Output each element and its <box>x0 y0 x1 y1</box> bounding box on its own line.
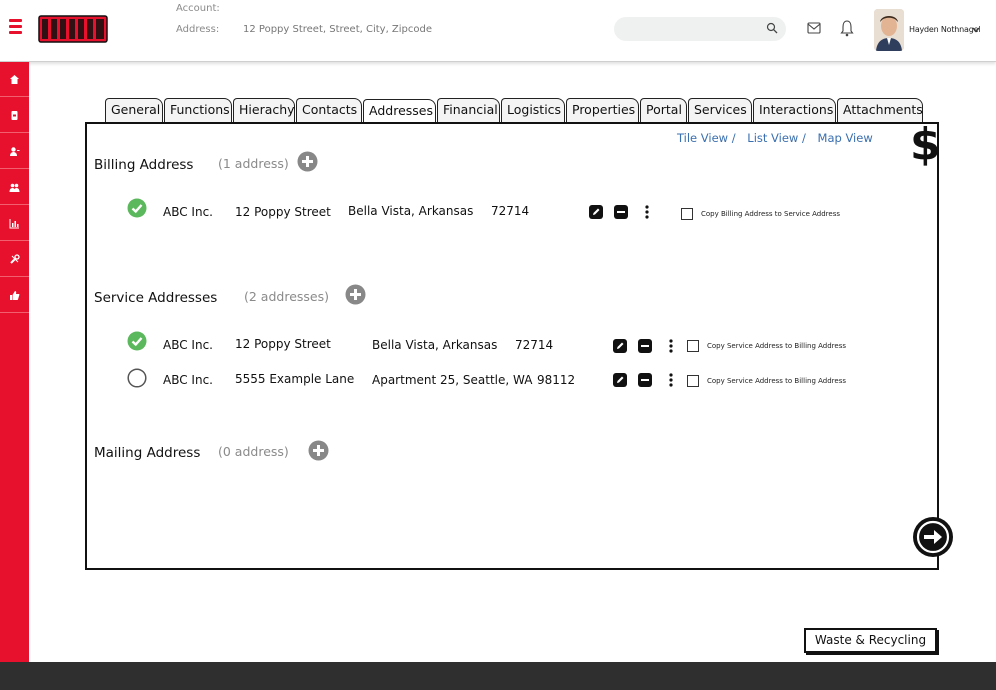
billing-address-title: Billing Address <box>94 157 194 173</box>
footer-bar <box>0 662 996 690</box>
more-options-icon[interactable] <box>669 339 673 353</box>
search-icon[interactable] <box>766 22 778 34</box>
top-header: Account: Address: 12 Poppy Street, Stree… <box>0 0 996 62</box>
add-service-address-icon[interactable] <box>345 284 366 305</box>
tab-contacts[interactable]: Contacts <box>296 98 362 122</box>
mailing-address-count: (0 address) <box>218 444 289 459</box>
address-label: Address: <box>176 24 220 35</box>
copy-service-to-billing-checkbox[interactable] <box>687 375 699 387</box>
home-icon <box>10 74 19 84</box>
more-options-icon[interactable] <box>669 373 673 387</box>
copy-service-to-billing-checkbox[interactable] <box>687 340 699 352</box>
billing-row-zip: 72714 <box>491 204 530 218</box>
tab-hierachy[interactable]: Hierachy <box>233 98 295 122</box>
hamburger-menu-icon[interactable] <box>9 19 22 34</box>
account-label: Account: <box>176 3 220 14</box>
tab-interactions[interactable]: Interactions <box>753 98 836 122</box>
remove-icon[interactable] <box>638 373 652 387</box>
thumbs-up-icon <box>10 290 20 300</box>
waste-recycling-button[interactable]: Waste & Recycling <box>804 628 937 653</box>
tab-properties[interactable]: Properties <box>566 98 639 122</box>
service-addresses-count: (2 addresses) <box>244 289 329 304</box>
service-row-2-name: ABC Inc. <box>163 373 213 387</box>
billing-row-street: 12 Poppy Street <box>235 205 331 219</box>
service-addresses-title: Service Addresses <box>94 290 218 306</box>
copy-billing-to-service-checkbox[interactable] <box>681 208 693 220</box>
next-arrow-icon[interactable] <box>912 516 954 558</box>
map-view-link[interactable]: Map View <box>818 131 873 145</box>
tools-icon <box>10 253 20 264</box>
notification-icon[interactable] <box>840 19 854 37</box>
company-logo[interactable] <box>38 10 108 48</box>
tile-view-link[interactable]: Tile View / <box>677 131 736 145</box>
service-row-2-street: 5555 Example Lane <box>235 372 355 386</box>
primary-check-icon[interactable] <box>127 198 147 218</box>
service-row-1-zip: 72714 <box>515 338 554 352</box>
mail-icon[interactable] <box>807 22 821 34</box>
primary-radio-icon[interactable] <box>127 368 147 388</box>
billing-address-count: (1 address) <box>218 156 289 171</box>
service-row-1-city: Bella Vista, Arkansas <box>372 338 498 352</box>
billing-row-name: ABC Inc. <box>163 205 213 219</box>
sidebar-item-tickets[interactable] <box>0 98 29 133</box>
edit-icon[interactable] <box>589 205 603 219</box>
service-row-1-street: 12 Poppy Street <box>235 337 331 351</box>
sidebar <box>0 62 29 662</box>
add-mailing-address-icon[interactable] <box>308 440 329 461</box>
chart-icon <box>9 218 19 228</box>
user-icon <box>10 146 20 156</box>
billing-row-city: Bella Vista, Arkansas <box>348 204 474 218</box>
tab-general[interactable]: General <box>105 98 163 122</box>
avatar[interactable] <box>874 9 904 51</box>
edit-icon[interactable] <box>613 339 627 353</box>
more-options-icon[interactable] <box>645 205 649 219</box>
view-switcher: Tile View / List View / Map View <box>677 131 881 145</box>
tab-addresses[interactable]: Addresses <box>363 99 436 124</box>
service-row-2-city: Apartment 25, Seattle, WA <box>372 373 533 387</box>
mailing-address-title: Mailing Address <box>94 445 201 461</box>
sidebar-item-contacts[interactable] <box>0 134 29 169</box>
search-input[interactable] <box>614 17 786 41</box>
tab-financial[interactable]: Financial <box>437 98 500 122</box>
remove-icon[interactable] <box>638 339 652 353</box>
copy-billing-to-service-label: Copy Billing Address to Service Address <box>701 210 840 218</box>
copy-service-to-billing-label: Copy Service Address to Billing Address <box>707 377 846 385</box>
ticket-icon <box>11 110 18 120</box>
service-row-2-zip: 98112 <box>537 373 576 387</box>
copy-service-to-billing-label: Copy Service Address to Billing Address <box>707 342 846 350</box>
sidebar-item-reports[interactable] <box>0 206 29 241</box>
chevron-down-icon[interactable] <box>972 27 980 33</box>
financial-dollar-icon[interactable]: $ <box>910 120 941 170</box>
edit-icon[interactable] <box>613 373 627 387</box>
sidebar-item-feedback[interactable] <box>0 278 29 313</box>
list-view-link[interactable]: List View / <box>747 131 806 145</box>
group-icon <box>9 183 20 192</box>
primary-check-icon[interactable] <box>127 331 147 351</box>
address-value: 12 Poppy Street, Street, City, Zipcode <box>243 24 433 35</box>
add-billing-address-icon[interactable] <box>297 151 318 172</box>
user-name[interactable]: Hayden Nothnagel <box>909 25 981 34</box>
tab-portal[interactable]: Portal <box>640 98 687 122</box>
sidebar-item-accounts[interactable] <box>0 170 29 205</box>
tab-logistics[interactable]: Logistics <box>501 98 565 122</box>
remove-icon[interactable] <box>614 205 628 219</box>
tab-functions[interactable]: Functions <box>164 98 232 122</box>
service-row-1-name: ABC Inc. <box>163 338 213 352</box>
sidebar-item-home[interactable] <box>0 62 29 97</box>
tab-services[interactable]: Services <box>688 98 752 122</box>
sidebar-item-tools[interactable] <box>0 242 29 277</box>
